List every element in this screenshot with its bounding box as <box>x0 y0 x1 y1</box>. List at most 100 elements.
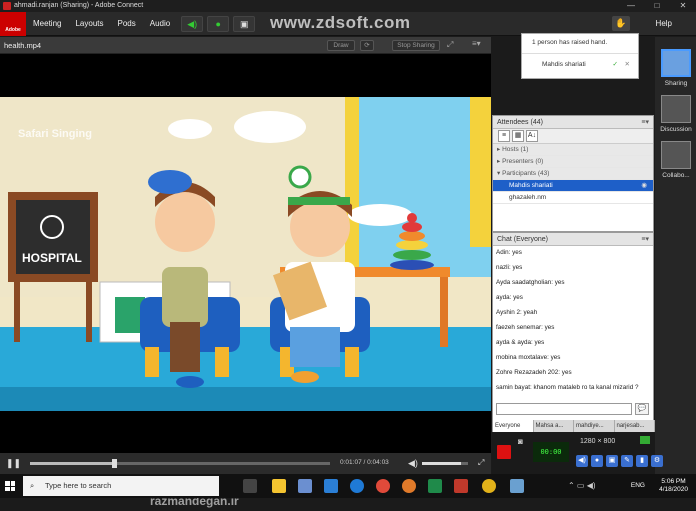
layout-thumb-discussion[interactable] <box>661 95 691 123</box>
recorder-panel: ◙ 00:00 1280 × 800 ◀) ● ▣ ✎ ▮ ⚙ <box>492 433 663 474</box>
mail-icon[interactable] <box>324 479 338 493</box>
chat-message: Zohre Rezazadeh 202: yes <box>496 369 572 376</box>
menu-layouts[interactable]: Layouts <box>68 19 110 28</box>
media-icon[interactable] <box>402 479 416 493</box>
attendees-pod: Attendees (44) ≡▾ ≡ ▦ A↓ ▸ Hosts (1) ▸ P… <box>492 115 654 232</box>
recorder-tools: ◀) ● ▣ ✎ ▮ ⚙ <box>576 455 663 467</box>
system-tray-icons[interactable]: ⌃ ▭ ◀) <box>568 481 596 490</box>
chat-message: mobina moxtalave: yes <box>496 354 561 361</box>
grid-view-icon[interactable]: ▦ <box>512 130 524 142</box>
stop-sharing-button[interactable]: Stop Sharing <box>392 40 440 51</box>
excel-icon[interactable] <box>428 479 442 493</box>
chat-message: ayda & ayda: yes <box>496 339 545 346</box>
task-view-icon[interactable] <box>243 479 257 493</box>
video-logo: Safari Singing <box>18 128 92 140</box>
gear-icon[interactable]: ⚙ <box>651 455 663 467</box>
chat-tab-everyone[interactable]: Everyone <box>493 420 534 432</box>
pod-menu-icon[interactable]: ≡▾ <box>641 233 649 246</box>
file-explorer-icon[interactable] <box>272 479 286 493</box>
browser-icon[interactable] <box>376 479 390 493</box>
list-view-icon[interactable]: ≡ <box>498 130 510 142</box>
chat-message: nazli: yes <box>496 264 523 271</box>
chat-input[interactable] <box>496 403 632 415</box>
help-menu[interactable]: Help <box>656 19 672 28</box>
chat-message: ayda: yes <box>496 294 523 301</box>
layout-thumb-sharing[interactable] <box>661 49 691 77</box>
minimize-button[interactable]: — <box>618 0 644 12</box>
share-pod-title: health.mp4 <box>4 41 42 50</box>
chat-tab[interactable]: mahdiye... <box>574 420 615 432</box>
group-hosts[interactable]: ▸ Hosts (1) <box>493 144 653 156</box>
chat-message: samin bayat: khanom mataleb ro ta kanal … <box>496 384 639 391</box>
video-frame[interactable]: HOSPITAL Safari Singing <box>0 97 491 411</box>
seek-bar[interactable] <box>30 459 330 468</box>
pod-menu-icon[interactable]: ≡▾ <box>641 116 649 129</box>
accept-icon[interactable]: ✓ <box>613 54 618 76</box>
clock-time: 5:06 PM <box>661 478 686 485</box>
adobe-connect-taskbar-icon[interactable] <box>454 479 468 493</box>
chat-message: faezeh senemar: yes <box>496 324 555 331</box>
raised-hand-notification: 1 person has raised hand. Mahdis shariat… <box>521 33 639 79</box>
menu-audio[interactable]: Audio <box>143 19 177 28</box>
taskbar-search[interactable]: ⌕ Type here to search <box>23 476 219 496</box>
attendee-row[interactable]: Mahdis shariati ◉ <box>493 180 653 192</box>
raise-hand-icon[interactable]: ✋ <box>612 16 630 31</box>
menu-meeting[interactable]: Meeting <box>26 19 68 28</box>
chat-tabs: Everyone Mahsa a... mahdiye... narjesab.… <box>493 420 655 432</box>
adobe-connect-icon <box>3 2 11 10</box>
attendees-toolbar: ≡ ▦ A↓ <box>493 129 653 144</box>
pod-menu-icon[interactable]: ≡▾ <box>472 39 481 48</box>
camera-icon[interactable]: ◙ <box>518 437 523 446</box>
pen-icon[interactable]: ✎ <box>621 455 633 467</box>
windows-start-icon[interactable] <box>5 481 15 491</box>
fullscreen-icon[interactable]: ⤢ <box>447 40 453 50</box>
sort-icon[interactable]: A↓ <box>526 130 538 142</box>
maximize-button[interactable]: □ <box>644 0 670 12</box>
windows-taskbar: ⌕ Type here to search ⌃ ▭ ◀) ENG 5:06 PM… <box>0 474 696 498</box>
notification-row: Mahdis shariati ✓ ✕ <box>522 54 638 76</box>
group-presenters[interactable]: ▸ Presenters (0) <box>493 156 653 168</box>
sync-icon[interactable]: ⟳ <box>360 40 374 51</box>
webcam-tool-icon[interactable]: ▣ <box>606 455 618 467</box>
marker-icon[interactable]: ▮ <box>636 455 648 467</box>
attendees-header: Attendees (44) ≡▾ <box>493 116 653 129</box>
notification-text: 1 person has raised hand. <box>522 34 638 54</box>
adobe-logo: Adobe <box>0 11 26 36</box>
layout-thumb-collaboration[interactable] <box>661 141 691 169</box>
chat-messages: Adin: yes nazli: yes Ayda saadatgholian:… <box>493 246 653 396</box>
hospital-sign: HOSPITAL <box>22 251 82 265</box>
attendees-title: Attendees <box>497 119 529 126</box>
chat-tab[interactable]: Mahsa a... <box>534 420 574 432</box>
speaker-icon[interactable]: ◀) <box>181 15 204 32</box>
chat-header: Chat (Everyone) ≡▾ <box>493 233 653 246</box>
microphone-icon[interactable]: ● <box>207 15 230 32</box>
close-button[interactable]: ✕ <box>670 0 696 12</box>
app-icon[interactable] <box>510 479 524 493</box>
store-icon[interactable] <box>298 479 312 493</box>
volume-slider[interactable] <box>422 462 468 465</box>
send-message-icon[interactable]: 💬 <box>635 403 649 415</box>
dismiss-icon[interactable]: ✕ <box>625 54 630 76</box>
attendee-row[interactable]: ghazaleh.nm <box>493 192 653 204</box>
chat-message: Adin: yes <box>496 249 522 256</box>
video-illustration: HOSPITAL Safari Singing <box>0 97 491 411</box>
chat-message: Ayshin 2: yeah <box>496 309 538 316</box>
window-title: ahmadi.ranjan (Sharing) - Adobe Connect <box>14 2 144 9</box>
audio-icon[interactable]: ◀) <box>576 455 588 467</box>
chat-tab[interactable]: narjesab... <box>615 420 655 432</box>
chrome-icon[interactable] <box>482 479 496 493</box>
layout-label: Sharing <box>664 80 688 87</box>
menu-pods[interactable]: Pods <box>111 19 143 28</box>
record-button[interactable] <box>497 445 511 459</box>
taskbar-clock[interactable]: 5:06 PM 4/18/2020 <box>659 478 688 494</box>
fullscreen-video-icon[interactable]: ⤢ <box>478 458 484 468</box>
layout-label: Discussion <box>660 126 692 133</box>
draw-button[interactable]: Draw <box>327 40 355 51</box>
mic-icon[interactable]: ● <box>591 455 603 467</box>
volume-icon[interactable]: ◀) <box>408 458 418 469</box>
webcam-icon[interactable]: ▣ <box>233 15 256 32</box>
pause-icon[interactable]: ❚❚ <box>6 458 21 469</box>
group-participants[interactable]: ▾ Participants (43) <box>493 168 653 180</box>
language-indicator[interactable]: ENG <box>631 482 645 489</box>
edge-icon[interactable] <box>350 479 364 493</box>
